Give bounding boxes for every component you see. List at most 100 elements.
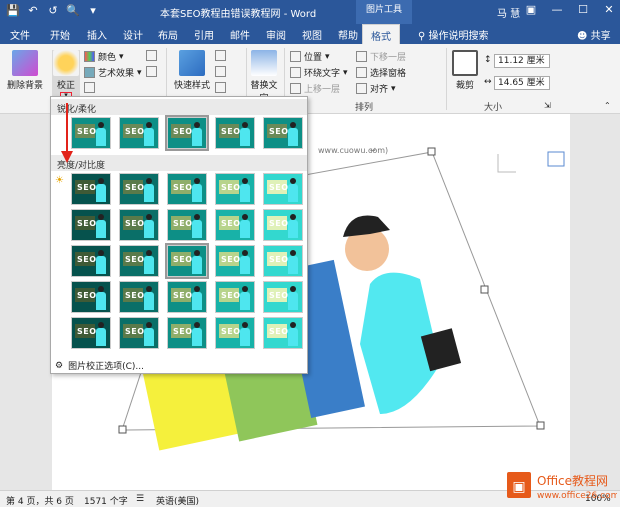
tab-references[interactable]: 引用 (194, 27, 214, 42)
change-picture-button[interactable] (146, 50, 157, 61)
correction-preset-thumb[interactable]: SEO (119, 209, 159, 241)
correction-preset-thumb[interactable]: SEO (119, 173, 159, 205)
language[interactable]: 英语(美国) (156, 494, 199, 507)
color-button[interactable]: 颜色 ▾ (84, 50, 124, 63)
tab-insert[interactable]: 插入 (87, 27, 107, 42)
tell-me-search[interactable]: ⚲ 操作说明搜索 (418, 27, 489, 42)
proofing-icon[interactable]: ☰ (136, 494, 144, 504)
crop-button[interactable]: 裁剪 (452, 50, 478, 91)
picture-layout-button[interactable] (215, 82, 226, 93)
wrap-text-icon (290, 67, 301, 78)
tab-view[interactable]: 视图 (302, 27, 322, 42)
resize-handle-r[interactable] (480, 285, 489, 294)
ribbon-separator (446, 48, 447, 110)
picture-corrections-options[interactable]: ⚙ 图片校正选项(C)... (55, 359, 144, 373)
maximize-icon[interactable]: ☐ (576, 3, 590, 16)
correction-preset-thumb[interactable]: SEO (119, 245, 159, 277)
correction-preset-thumb[interactable]: SEO (263, 317, 303, 349)
correction-preset-thumb[interactable]: SEO (215, 317, 255, 349)
correction-preset-thumb[interactable]: SEO (71, 117, 111, 149)
quick-styles-button[interactable]: 快速样式 (172, 50, 212, 91)
artistic-effects-icon (84, 67, 95, 78)
document-caption: www.cuowu.com) (318, 146, 389, 155)
width-input[interactable]: 14.65 厘米 (494, 76, 550, 90)
correction-preset-thumb[interactable]: SEO (167, 173, 207, 205)
correction-preset-thumb[interactable]: SEO (215, 209, 255, 241)
remove-background-icon (12, 50, 38, 76)
options-icon: ⚙ (55, 360, 64, 371)
corrections-button[interactable]: 校正 ▾ (52, 50, 80, 100)
correction-preset-thumb[interactable]: SEO (71, 173, 111, 205)
tab-file[interactable]: 文件 (10, 27, 30, 42)
sun-icon (53, 50, 79, 76)
height-input[interactable]: 11.12 厘米 (494, 54, 550, 68)
height-icon: ↕ (484, 55, 492, 65)
reset-picture-button[interactable] (146, 66, 157, 77)
correction-preset-thumb[interactable]: SEO (167, 209, 207, 241)
ribbon-display-icon[interactable]: ▣ (524, 3, 538, 16)
correction-preset-thumb[interactable]: SEO (215, 173, 255, 205)
align-button[interactable]: 对齐 ▾ (356, 82, 396, 95)
tab-help[interactable]: 帮助 (338, 27, 358, 42)
correction-preset-thumb[interactable]: SEO (263, 281, 303, 313)
print-preview-icon[interactable]: 🔍 (66, 4, 80, 18)
correction-preset-thumb[interactable]: SEO (71, 317, 111, 349)
correction-preset-thumb[interactable]: SEO (71, 245, 111, 277)
correction-preset-thumb[interactable]: SEO (215, 117, 255, 149)
quick-styles-icon (179, 50, 205, 76)
share-button[interactable]: ☻ 共享 (577, 27, 611, 42)
selection-pane-button[interactable]: 选择窗格 (356, 66, 406, 79)
correction-preset-thumb[interactable]: SEO (165, 115, 209, 151)
send-backward-button[interactable]: 下移一层 (356, 50, 406, 63)
remove-background-button[interactable]: 删除背景 (6, 50, 44, 91)
minimize-icon[interactable]: — (550, 3, 564, 16)
wrap-text-button[interactable]: 环绕文字 ▾ (290, 66, 348, 79)
correction-preset-thumb[interactable]: SEO (167, 281, 207, 313)
correction-preset-thumb[interactable]: SEO (167, 317, 207, 349)
tab-format[interactable]: 格式 (362, 24, 400, 44)
page-count[interactable]: 第 4 页，共 6 页 (6, 494, 74, 507)
resize-handle-tr[interactable] (427, 147, 436, 156)
correction-preset-thumb[interactable]: SEO (71, 281, 111, 313)
correction-preset-thumb[interactable]: SEO (263, 209, 303, 241)
document-title: 本套SEO教程由错误教程网 - Word (160, 9, 317, 20)
bring-forward-icon (290, 83, 301, 94)
margin-mark (497, 154, 516, 173)
tab-layout[interactable]: 布局 (158, 27, 178, 42)
undo-icon[interactable]: ↶ (26, 4, 40, 18)
tab-review[interactable]: 审阅 (266, 27, 286, 42)
customize-qat-icon[interactable]: ▾ (86, 4, 100, 18)
window-controls: ▣ — ☐ ✕ (524, 3, 616, 16)
position-button[interactable]: 位置 ▾ (290, 50, 330, 63)
redo-icon[interactable]: ↺ (46, 4, 60, 18)
resize-handle-bl[interactable] (118, 425, 127, 434)
correction-preset-thumb[interactable]: SEO (215, 281, 255, 313)
picture-effects-button[interactable] (215, 66, 226, 77)
tab-home[interactable]: 开始 (50, 27, 70, 42)
correction-preset-thumb[interactable]: SEO (263, 117, 303, 149)
tab-design[interactable]: 设计 (123, 27, 143, 42)
selection-pane-icon (356, 67, 367, 78)
close-icon[interactable]: ✕ (602, 3, 616, 16)
correction-preset-thumb[interactable]: SEO (263, 173, 303, 205)
collapse-ribbon-icon[interactable]: ⌃ (604, 101, 611, 110)
save-icon[interactable]: 💾 (6, 4, 20, 18)
lightbulb-icon: ⚲ (418, 31, 426, 42)
correction-preset-thumb[interactable]: SEO (165, 243, 209, 279)
bring-forward-button[interactable]: 上移一层 (290, 82, 340, 95)
artistic-effects-button[interactable]: 艺术效果 ▾ (84, 66, 142, 79)
picture-border-button[interactable] (215, 50, 226, 61)
word-count[interactable]: 1571 个字 (84, 494, 128, 507)
compress-pictures-button[interactable] (84, 82, 95, 93)
user-name[interactable]: 马 慧 (497, 5, 520, 20)
correction-preset-thumb[interactable]: SEO (119, 117, 159, 149)
correction-preset-thumb[interactable]: SEO (215, 245, 255, 277)
correction-preset-thumb[interactable]: SEO (119, 281, 159, 313)
correction-preset-thumb[interactable]: SEO (263, 245, 303, 277)
resize-handle-br[interactable] (536, 421, 545, 430)
size-launcher-icon[interactable]: ⇲ (544, 101, 551, 110)
correction-preset-thumb[interactable]: SEO (119, 317, 159, 349)
correction-preset-thumb[interactable]: SEO (71, 209, 111, 241)
layout-options-icon[interactable] (547, 151, 565, 167)
tab-mailings[interactable]: 邮件 (230, 27, 250, 42)
